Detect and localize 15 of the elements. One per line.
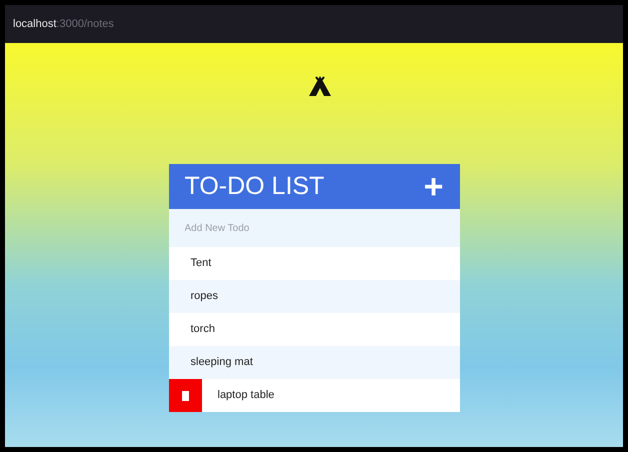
address-host: localhost [13,16,56,32]
todo-text: torch [190,322,215,338]
todo-item[interactable]: sleeping mat [168,346,460,379]
delete-button[interactable] [168,379,202,412]
tent-icon [309,76,331,96]
todo-item[interactable]: ropes [168,280,460,313]
trash-icon [182,390,188,400]
new-todo-field[interactable]: Add New Todo [168,209,460,247]
add-button[interactable]: + [424,170,444,204]
address-path: :3000/notes [56,16,114,32]
todo-text: laptop table [218,388,274,404]
todo-text: Tent [190,256,212,272]
todo-text: ropes [190,289,218,304]
todo-text: sleeping mat [190,355,253,370]
todo-title: TO-DO LIST [184,170,324,202]
